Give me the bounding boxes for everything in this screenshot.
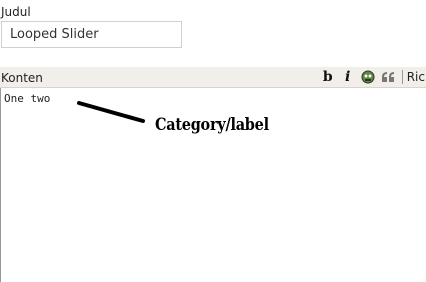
annotation-label: Category/label [155, 115, 269, 135]
annotation-arrow-line [77, 101, 145, 123]
